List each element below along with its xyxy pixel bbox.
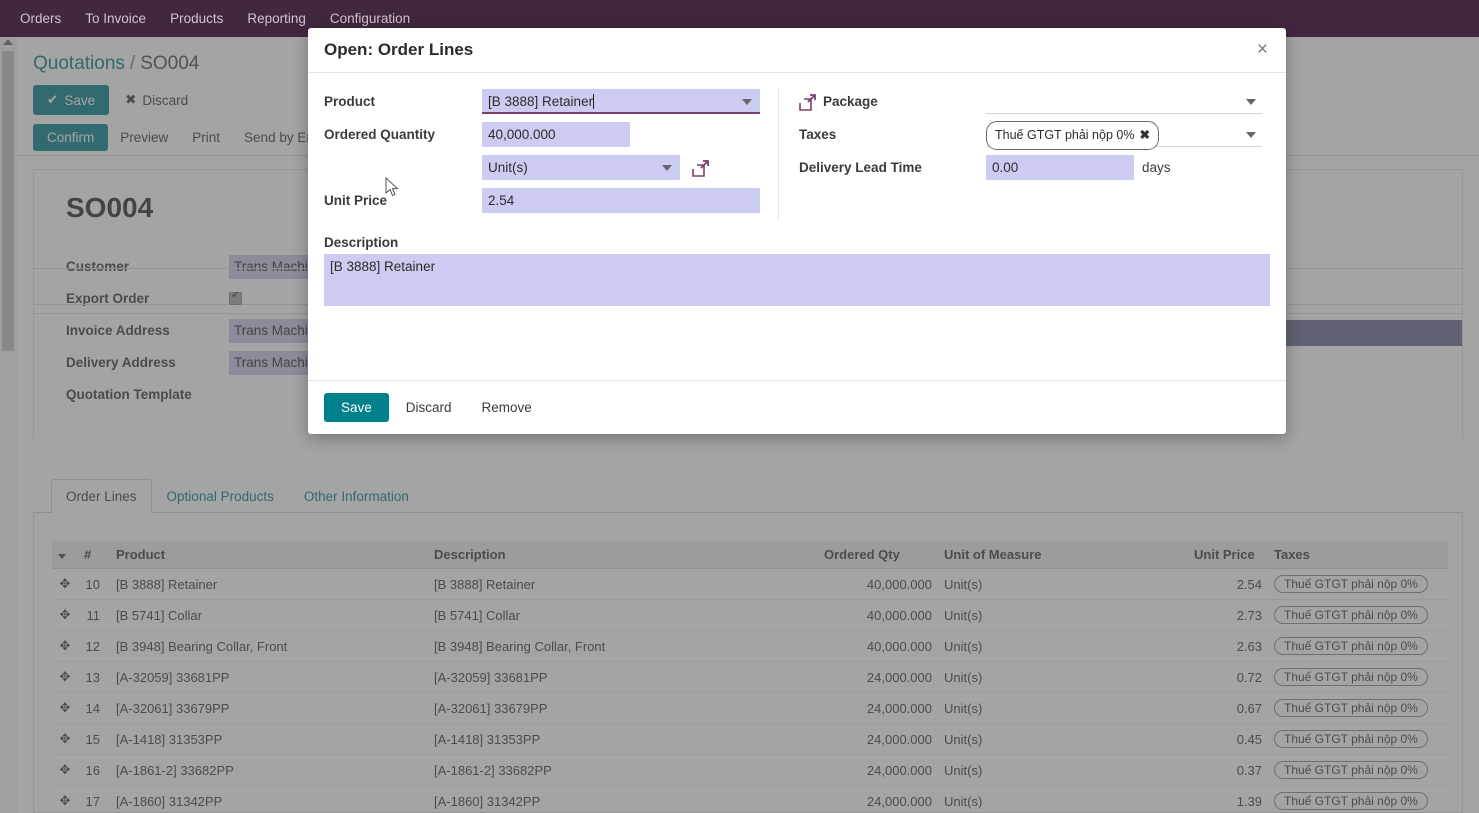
modal-row-product: Product [B 3888] Retainer (324, 89, 778, 114)
tax-chip-label: Thuế GTGT phải nộp 0% (995, 128, 1135, 142)
modal-row-taxes: Taxes Thuế GTGT phải nộp 0% ✖ (799, 121, 1270, 150)
modal-save-button[interactable]: Save (324, 393, 389, 422)
modal-right-column: Package Taxes Thuế GTGT phải nộp 0% ✖ De… (778, 89, 1270, 221)
text-caret (593, 94, 595, 109)
remove-tag-icon[interactable]: ✖ (1139, 128, 1149, 142)
product-label: Product (324, 94, 376, 109)
chevron-down-icon[interactable] (1246, 99, 1257, 105)
delivery-lead-time-input[interactable]: 0.00 (986, 155, 1135, 180)
delivery-lead-time-label-group: Delivery Lead Time (799, 160, 986, 175)
package-external-link-icon[interactable] (799, 93, 816, 111)
unit-price-input[interactable]: 2.54 (482, 188, 760, 213)
package-label: Package (823, 94, 878, 109)
product-input[interactable]: [B 3888] Retainer (482, 89, 760, 114)
modal-left-column: Product [B 3888] Retainer Ordered Quanti… (324, 89, 778, 221)
unit-price-label: Unit Price (324, 193, 388, 208)
tax-chip: Thuế GTGT phải nộp 0% ✖ (986, 121, 1159, 150)
nav-item-reporting[interactable]: Reporting (235, 0, 318, 37)
close-icon[interactable]: × (1251, 38, 1274, 61)
modal-discard-button[interactable]: Discard (393, 393, 465, 422)
taxes-label-group: Taxes (799, 127, 986, 142)
chevron-down-icon[interactable] (742, 99, 752, 105)
ordered-quantity-label: Ordered Quantity (324, 127, 436, 142)
package-label-group: Package (799, 93, 986, 111)
product-input-value: [B 3888] Retainer (488, 94, 594, 109)
chevron-down-icon[interactable] (662, 165, 672, 171)
modal-row-delivery-lead-time: Delivery Lead Time 0.00 days (799, 155, 1270, 180)
modal-row-ordered-quantity: Ordered Quantity 40,000.000 (324, 122, 778, 147)
nav-item-orders[interactable]: Orders (8, 0, 73, 37)
taxes-label: Taxes (799, 127, 837, 142)
uom-external-link-icon[interactable] (692, 159, 709, 177)
uom-select[interactable]: Unit(s) (482, 155, 680, 180)
uom-select-value: Unit(s) (488, 160, 528, 175)
description-block: Description [B 3888] Retainer (324, 235, 1270, 306)
modal-row-uom: Unit(s) (324, 155, 778, 180)
ordered-quantity-input[interactable]: 40,000.000 (482, 122, 630, 147)
delivery-lead-time-label: Delivery Lead Time (799, 160, 922, 175)
modal-title: Open: Order Lines (324, 40, 474, 59)
modal-row-package: Package (799, 89, 1270, 114)
modal-header: Open: Order Lines × (308, 28, 1286, 73)
delivery-lead-time-unit: days (1142, 160, 1171, 175)
order-lines-modal: Open: Order Lines × Product [B 3888] Ret… (308, 28, 1286, 434)
modal-row-unit-price: Unit Price 2.54 (324, 188, 778, 213)
modal-body: Product [B 3888] Retainer Ordered Quanti… (308, 73, 1286, 396)
modal-footer: Save Discard Remove (308, 380, 1286, 434)
nav-item-products[interactable]: Products (158, 0, 235, 37)
chevron-down-icon[interactable] (1246, 132, 1257, 138)
modal-remove-button[interactable]: Remove (469, 393, 545, 422)
package-select[interactable] (986, 89, 1263, 114)
description-label: Description (324, 235, 399, 250)
taxes-select[interactable]: Thuế GTGT phải nộp 0% ✖ (986, 121, 1263, 150)
description-textarea[interactable]: [B 3888] Retainer (324, 254, 1270, 306)
nav-item-to-invoice[interactable]: To Invoice (73, 0, 158, 37)
